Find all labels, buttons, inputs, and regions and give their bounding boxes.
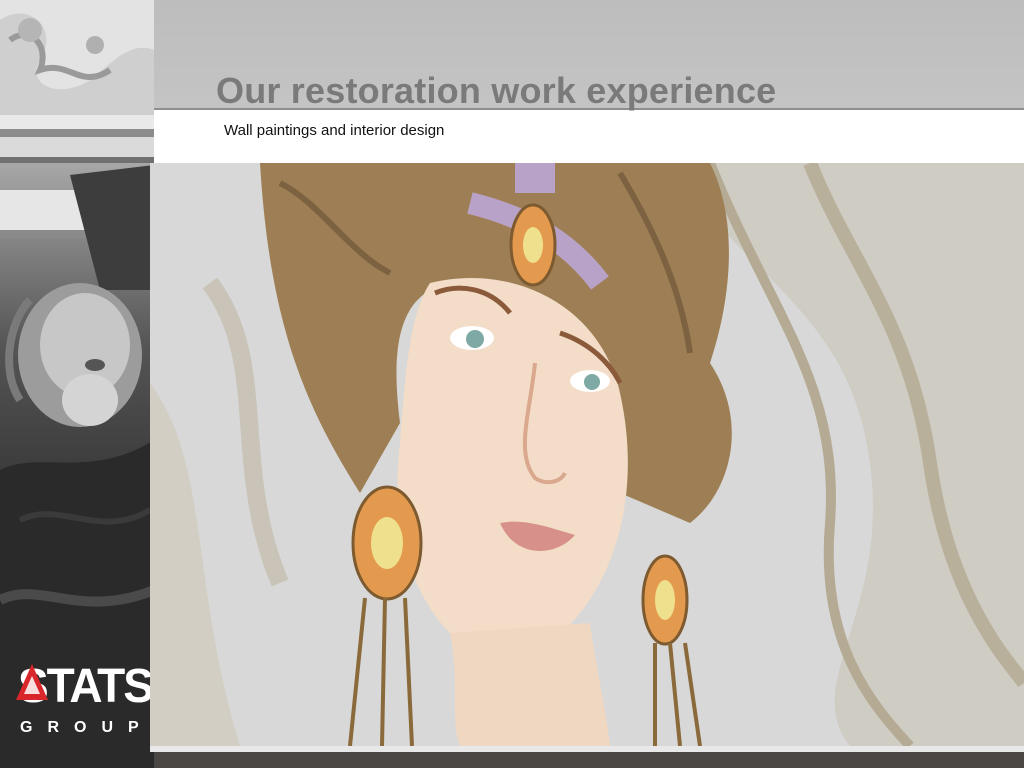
slide-subtitle: Wall paintings and interior design <box>224 122 445 139</box>
architectural-photo: STATS GROUP <box>0 0 154 768</box>
wall-painting-illustration <box>150 163 1024 746</box>
slide-title: Our restoration work experience <box>216 70 777 111</box>
logo-subtitle: GROUP <box>20 719 154 736</box>
slide: STATS GROUP Our restoration work experie… <box>0 0 1024 768</box>
stats-group-logo: STATS GROUP <box>14 661 154 744</box>
logo-triangle-icon <box>16 664 48 700</box>
footer-band <box>154 752 1024 768</box>
wall-painting-photo <box>150 163 1024 746</box>
ornament-illustration <box>0 0 154 768</box>
